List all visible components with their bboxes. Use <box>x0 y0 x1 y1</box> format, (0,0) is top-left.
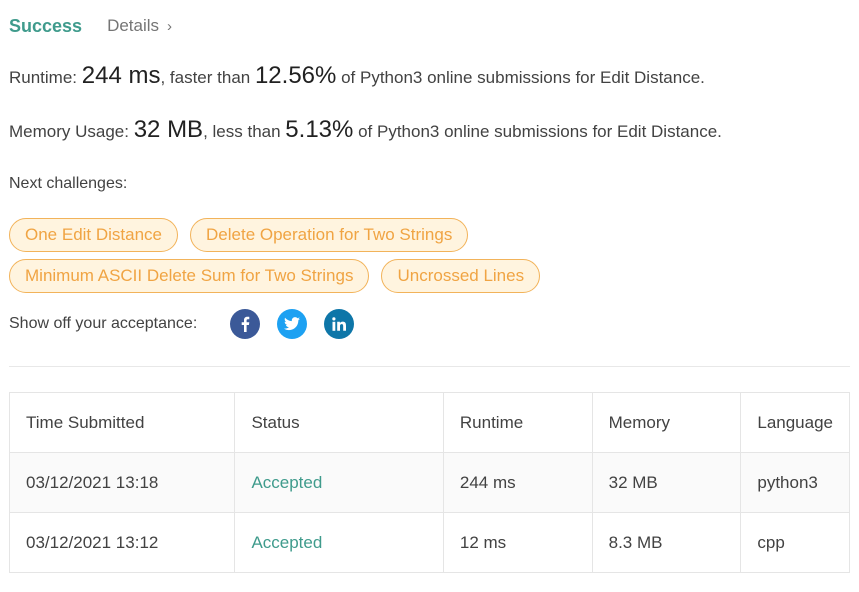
memory-value: 32 MB <box>133 116 204 143</box>
linkedin-icon[interactable] <box>324 309 355 339</box>
runtime-suffix: of Python3 online submissions for Edit D… <box>336 68 705 87</box>
challenge-chip-row: Minimum ASCII Delete Sum for Two Strings… <box>9 259 541 293</box>
table-header-row: Time Submitted Status Runtime Memory Lan… <box>8 392 850 453</box>
divider <box>9 366 850 367</box>
status-link[interactable]: Accepted <box>251 533 322 552</box>
column-header-memory: Memory <box>591 392 742 453</box>
cell-runtime: 244 ms <box>442 452 593 513</box>
memory-percent: 5.13% <box>285 116 354 143</box>
facebook-icon[interactable] <box>230 309 261 339</box>
runtime-value: 244 ms <box>81 62 161 89</box>
next-challenges-label: Next challenges: <box>9 175 128 192</box>
cell-memory: 8.3 MB <box>591 512 742 573</box>
details-link[interactable]: Details › <box>107 16 172 36</box>
memory-suffix: of Python3 online submissions for Edit D… <box>353 122 722 141</box>
status-link[interactable]: Accepted <box>251 473 322 492</box>
memory-label: Memory Usage: <box>9 122 134 141</box>
column-header-time: Time Submitted <box>8 392 236 453</box>
twitter-icon[interactable] <box>277 309 308 339</box>
cell-language: python3 <box>740 452 850 513</box>
table-row: 03/12/2021 13:18 Accepted 244 ms 32 MB p… <box>8 452 850 513</box>
runtime-summary: Runtime: 244 ms, faster than 12.56% of P… <box>9 62 705 90</box>
cell-memory: 32 MB <box>591 452 742 513</box>
challenge-chip-uncrossed-lines[interactable]: Uncrossed Lines <box>381 259 541 293</box>
cell-status: Accepted <box>234 512 444 573</box>
cell-language: cpp <box>740 512 850 573</box>
column-header-status: Status <box>234 392 444 453</box>
submissions-table: Time Submitted Status Runtime Memory Lan… <box>8 392 850 573</box>
challenge-chip-delete-operation[interactable]: Delete Operation for Two Strings <box>190 218 469 252</box>
runtime-mid-text: , faster than <box>160 68 255 87</box>
runtime-percent: 12.56% <box>254 62 337 89</box>
table-row: 03/12/2021 13:12 Accepted 12 ms 8.3 MB c… <box>8 512 850 573</box>
result-header: Success Details › <box>9 14 172 38</box>
cell-time-submitted: 03/12/2021 13:18 <box>8 452 236 513</box>
details-label: Details <box>107 16 160 35</box>
cell-time-submitted: 03/12/2021 13:12 <box>8 512 236 573</box>
challenge-chip-one-edit-distance[interactable]: One Edit Distance <box>9 218 179 252</box>
cell-runtime: 12 ms <box>442 512 593 573</box>
chevron-right-icon: › <box>167 17 173 35</box>
challenge-chip-row: One Edit Distance Delete Operation for T… <box>9 218 469 252</box>
memory-mid-text: , less than <box>203 122 286 141</box>
share-section: Show off your acceptance: <box>9 308 355 340</box>
success-tab[interactable]: Success <box>9 16 82 37</box>
memory-summary: Memory Usage: 32 MB, less than 5.13% of … <box>9 116 722 144</box>
social-buttons <box>230 309 355 339</box>
cell-status: Accepted <box>234 452 444 513</box>
challenge-chip-minimum-ascii[interactable]: Minimum ASCII Delete Sum for Two Strings <box>9 259 370 293</box>
column-header-runtime: Runtime <box>442 392 593 453</box>
column-header-language: Language <box>740 392 850 453</box>
share-label: Show off your acceptance: <box>9 315 198 332</box>
runtime-label: Runtime: <box>9 68 82 87</box>
